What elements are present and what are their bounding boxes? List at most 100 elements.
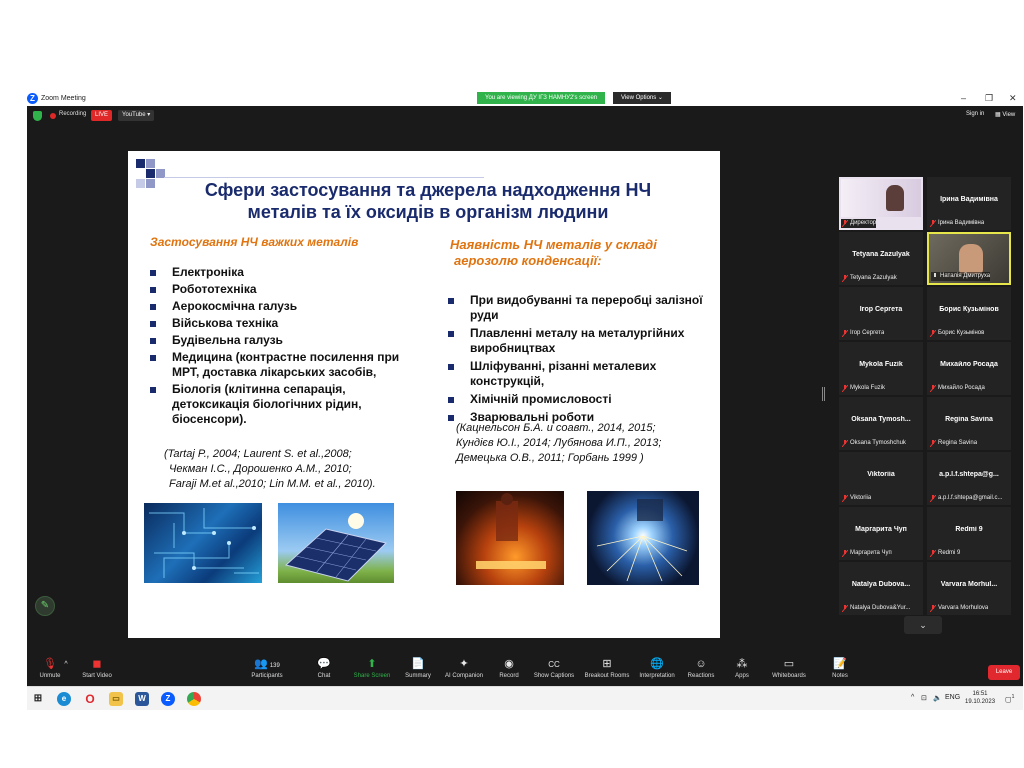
mic-off-icon [930, 385, 936, 392]
breakout-rooms-button[interactable]: ⊞ Breakout Rooms [582, 658, 632, 679]
notification-count: 1 [1011, 694, 1015, 700]
reactions-button[interactable]: ☺ Reactions [683, 658, 719, 679]
participant-tile[interactable]: Varvara Morhul... Varvara Morhulova [927, 562, 1011, 615]
participant-tile[interactable]: Redmi 9 Redmi 9 [927, 507, 1011, 560]
start-video-button[interactable]: ◼ Start Video [77, 658, 117, 679]
participant-label-text: a.p.l.f.shtepa@gmail.c... [938, 495, 1003, 501]
sign-in-link[interactable]: Sign in [966, 111, 984, 117]
audio-options-caret[interactable]: ^ [61, 658, 71, 673]
participant-tile[interactable]: Viktoriia Viktoriia [839, 452, 923, 505]
left-heading: Застосування НЧ важких металів [150, 235, 359, 249]
participant-tile[interactable]: Mykola Fuzik Mykola Fuzik [839, 342, 923, 395]
network-icon[interactable]: ⊡ [921, 694, 927, 702]
participant-tile[interactable]: Директор [839, 177, 923, 230]
zoom-taskbar-icon[interactable]: Z [161, 692, 175, 706]
clock-time: 16:51 [972, 691, 988, 697]
list-item: Електроніка [148, 265, 418, 280]
participant-tile[interactable]: a.p.l.f.shtepa@g... a.p.l.f.shtepa@gmail… [927, 452, 1011, 505]
participant-tile[interactable]: Маргарита Чуп Маргарита Чуп [839, 507, 923, 560]
taskbar-clock[interactable]: 16:51 19.10.2023 [965, 690, 995, 706]
notes-button[interactable]: 📝 Notes [825, 658, 855, 679]
participant-label: Mykola Fuzik [841, 384, 885, 393]
participant-tile[interactable]: Михайло Росада Михайло Росада [927, 342, 1011, 395]
live-badge[interactable]: LIVE [91, 110, 113, 121]
chevron-down-icon: ⌄ [919, 620, 927, 630]
apps-button[interactable]: ⁂ Apps [727, 658, 757, 679]
participant-tile[interactable]: Natalya Dubova... Natalya Dubova&Yur... [839, 562, 923, 615]
globe-icon: 🌐 [650, 658, 664, 670]
leave-button[interactable]: Leave [988, 665, 1020, 680]
view-button[interactable]: ▦ View [995, 111, 1015, 118]
gallery-next-page-button[interactable]: ⌄ [904, 616, 942, 634]
edge-browser-icon[interactable]: e [57, 692, 71, 706]
interpretation-button[interactable]: 🌐 Interpretation [635, 658, 679, 679]
notification-icon[interactable]: ▢1 [1005, 694, 1014, 703]
participant-label: Viktoriia [841, 494, 871, 503]
participants-button[interactable]: 👥 139 Participants [245, 658, 289, 679]
file-explorer-icon[interactable]: ▭ [109, 692, 123, 706]
dropdown-arrow-icon: ▾ [147, 112, 151, 118]
summary-icon: 📄 [411, 658, 425, 670]
mic-off-icon [930, 440, 936, 447]
chevron-down-icon: ⌄ [657, 95, 663, 101]
participant-label-text: Директор [850, 220, 877, 226]
summary-button[interactable]: 📄 Summary [401, 658, 435, 679]
mic-off-icon [842, 495, 848, 502]
word-icon[interactable]: W [135, 692, 149, 706]
participant-name: Tetyana Zazulyak [852, 251, 910, 258]
close-icon[interactable]: ✕ [1009, 90, 1017, 106]
mic-off-icon [842, 330, 848, 337]
view-options-button[interactable]: View Options ⌄ [613, 92, 671, 104]
volume-icon[interactable]: 🔈 [933, 694, 942, 702]
participant-tile[interactable]: Tetyana Zazulyak Tetyana Zazulyak [839, 232, 923, 285]
record-icon: ◉ [504, 658, 514, 670]
panel-splitter[interactable] [822, 387, 825, 401]
share-screen-label: Share Screen [353, 673, 391, 679]
participant-label-text: Viktoriia [850, 495, 872, 501]
breakout-rooms-label: Breakout Rooms [584, 673, 630, 679]
youtube-dropdown[interactable]: YouTube ▾ [118, 110, 155, 121]
mic-icon [934, 273, 936, 277]
opera-browser-icon[interactable]: O [83, 692, 97, 706]
chat-button[interactable]: 💬 Chat [309, 658, 339, 679]
share-screen-button[interactable]: ⬆ Share Screen [351, 658, 393, 679]
chrome-browser-icon[interactable] [187, 692, 201, 706]
participant-label: Natalya Dubova&Yur... [841, 604, 910, 613]
restore-icon[interactable]: ❐ [985, 90, 993, 106]
list-item: Хімічній промисловості [446, 392, 716, 407]
ai-companion-button[interactable]: ✦ AI Companion [441, 658, 487, 679]
participant-name: Regina Savina [945, 416, 993, 423]
active-speaker-tile[interactable]: Наталія Дмитруха [927, 232, 1011, 285]
participant-tile[interactable]: Ігор Сергета Ігор Сергета [839, 287, 923, 340]
list-item: Аерокосмічна галузь [148, 299, 418, 314]
unmute-label: Unmute [39, 673, 61, 679]
whiteboards-button[interactable]: ▭ Whiteboards [767, 658, 811, 679]
participant-tile[interactable]: Ірина Вадимівна Ірина Вадимівна [927, 177, 1011, 230]
participant-label: Oksana Tymoshchuk [841, 439, 906, 448]
avatar [959, 244, 983, 274]
record-button[interactable]: ◉ Record [493, 658, 525, 679]
participant-label-text: Ірина Вадимівна [938, 220, 985, 226]
electronics-image [144, 503, 262, 583]
solar-panel-drawing [284, 513, 387, 582]
participant-tile[interactable]: Oksana Tymosh... Oksana Tymoshchuk [839, 397, 923, 450]
participant-label-text: Oksana Tymoshchuk [850, 440, 906, 446]
mic-off-icon [930, 550, 936, 557]
show-captions-button[interactable]: CC Show Captions [531, 658, 577, 679]
participant-tile[interactable]: Борис Кузьмінов Борис Кузьмінов [927, 287, 1011, 340]
tray-chevron-up-icon[interactable]: ^ [911, 694, 914, 701]
participant-label: Ірина Вадимівна [929, 219, 984, 228]
slide-title-line-1: Сфери застосування та джерела надходженн… [204, 180, 652, 200]
shield-icon[interactable] [33, 111, 42, 121]
windows-start-icon[interactable]: ⊞ [31, 692, 45, 706]
aerosol-sources-list: При видобуванні та переробці залізної ру… [446, 293, 716, 428]
participant-label-text: Наталія Дмитруха [940, 273, 991, 279]
participant-name: Ірина Вадимівна [940, 196, 998, 203]
slide-title-line-2: металів та їх оксидів в організм людини [247, 202, 609, 222]
minimize-icon[interactable]: – [961, 90, 966, 106]
welding-sparks-drawing [596, 499, 688, 582]
participant-tile[interactable]: Regina Savina Regina Savina [927, 397, 1011, 450]
language-indicator[interactable]: ENG [945, 694, 960, 701]
annotate-pen-icon[interactable]: ✎ [35, 596, 55, 616]
participant-name: a.p.l.f.shtepa@g... [939, 471, 999, 478]
